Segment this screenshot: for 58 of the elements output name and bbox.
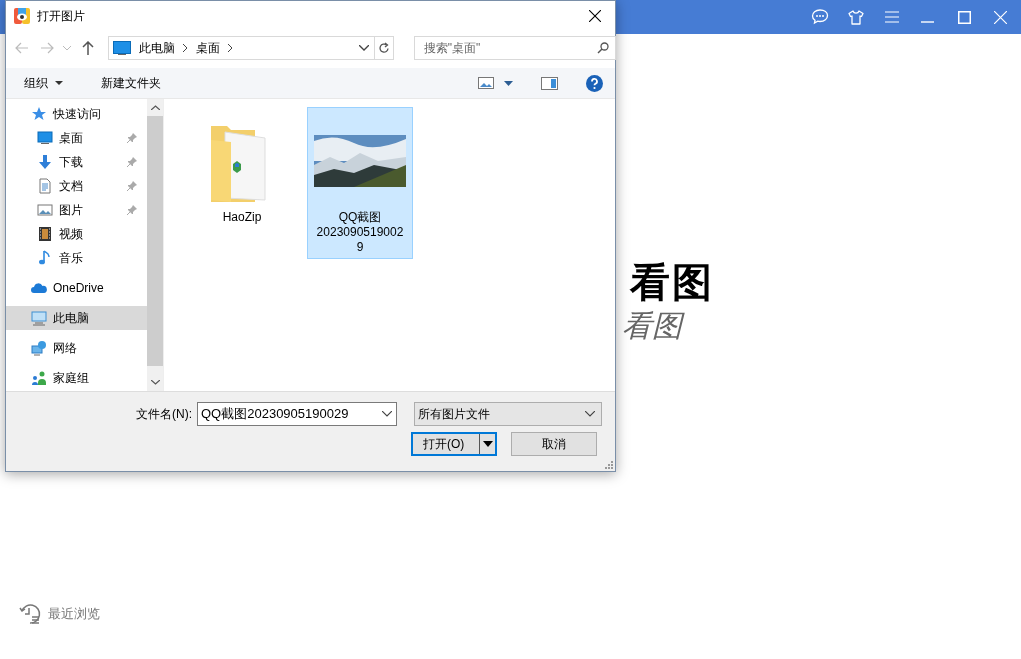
new-folder-button[interactable]: 新建文件夹 (96, 72, 166, 94)
cancel-button[interactable]: 取消 (511, 432, 597, 456)
monitor-icon (31, 310, 47, 326)
pin-icon[interactable] (127, 205, 137, 215)
nav-item[interactable]: 此电脑 (6, 306, 147, 330)
caret-icon[interactable] (382, 411, 392, 417)
file-item[interactable]: QQ截图20230905190029 (307, 107, 413, 259)
open-button[interactable]: 打开(O) (411, 432, 497, 456)
view-picture-icon[interactable] (478, 77, 494, 89)
resize-grip-icon[interactable] (605, 461, 613, 469)
app-logo-text: 看图 (630, 259, 715, 306)
breadcrumb-item[interactable]: 此电脑 (136, 39, 177, 57)
nav-item[interactable]: 桌面 (6, 126, 147, 150)
nav-item[interactable]: 快速访问 (6, 102, 147, 126)
nav-item[interactable]: 图片 (6, 198, 147, 222)
pin-icon[interactable] (127, 133, 137, 143)
nav-item[interactable]: 音乐 (6, 246, 147, 270)
recent-browsing-link[interactable]: 最近浏览 (48, 605, 100, 623)
file-type-dropdown[interactable]: 所有图片文件 (414, 402, 602, 426)
nav-item[interactable]: 家庭组 (6, 366, 147, 390)
caret-icon[interactable] (482, 441, 493, 447)
file-name-label: 文件名(N): (136, 405, 192, 423)
caret-icon (55, 81, 63, 85)
pin-icon[interactable] (127, 181, 137, 191)
refresh-icon[interactable] (374, 36, 394, 60)
cloud-icon (31, 280, 47, 296)
network-icon (31, 340, 47, 356)
monitor-icon (112, 41, 131, 55)
breadcrumb-item[interactable]: 桌面 (193, 39, 222, 57)
help-icon[interactable] (586, 74, 603, 92)
document-icon (37, 178, 53, 194)
app-eye-icon (14, 8, 30, 24)
app-logo-script: 看图 (622, 308, 1021, 344)
people-icon (31, 370, 47, 386)
nav-item[interactable]: 下载 (6, 150, 147, 174)
caret-icon[interactable] (585, 411, 595, 417)
preview-pane-icon[interactable] (541, 76, 558, 90)
monitor-icon (37, 130, 53, 146)
chevron-right-icon[interactable] (227, 44, 233, 52)
file-item[interactable]: HaoZip (189, 107, 295, 229)
file-name-field[interactable]: QQ截图20230905190029 (197, 402, 397, 426)
picture-icon (37, 202, 53, 218)
history-clock-icon (18, 602, 42, 626)
nav-item[interactable]: 文档 (6, 174, 147, 198)
music-note-icon (37, 250, 53, 266)
down-arrow-icon (37, 154, 53, 170)
film-icon (37, 226, 53, 242)
chevron-right-icon[interactable] (182, 44, 188, 52)
pin-icon[interactable] (127, 157, 137, 167)
dialog-title: 打开图片 (37, 7, 85, 25)
nav-item[interactable]: 网络 (6, 336, 147, 360)
star-icon (31, 106, 47, 122)
caret-icon[interactable] (504, 80, 513, 86)
nav-item[interactable]: OneDrive (6, 276, 147, 300)
search-field[interactable]: 搜索"桌面" (413, 36, 616, 60)
organize-button[interactable]: 组织 (19, 72, 68, 94)
address-bar[interactable]: 此电脑 桌面 (107, 36, 375, 60)
nav-item[interactable]: 视频 (6, 222, 147, 246)
